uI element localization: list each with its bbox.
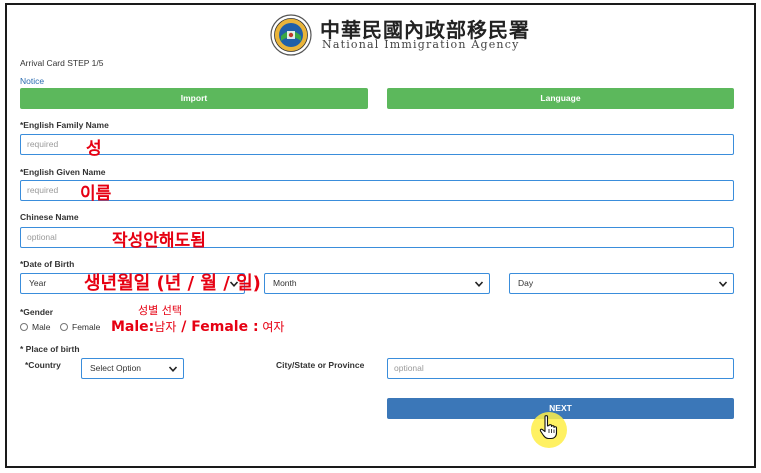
family-name-input[interactable]: required <box>20 134 734 155</box>
dob-label: *Date of Birth <box>20 259 75 269</box>
gender-separator: / <box>176 319 192 335</box>
place-of-birth-label: * Place of birth <box>20 344 80 354</box>
gender-male-annotation-ko: 남자 <box>154 320 177 334</box>
step-title: Arrival Card STEP 1/5 <box>20 58 104 68</box>
gender-female-label: Female <box>72 322 101 332</box>
gender-annotation: Male:남자 / Female : 여자 <box>111 318 284 335</box>
gender-label: *Gender <box>20 307 54 317</box>
family-name-label: *English Family Name <box>20 120 109 130</box>
agency-header: 中華民國內政部移民署 National Immigration Agency <box>270 14 529 56</box>
dob-month-select[interactable]: Month <box>264 273 490 294</box>
gender-title-annotation: 성별 선택 <box>138 304 182 317</box>
chinese-name-annotation: 작성안해도됨 <box>112 231 206 251</box>
country-select[interactable]: Select Option <box>81 358 184 379</box>
dob-day-value: Day <box>518 278 534 288</box>
gender-male-annotation-en: Male: <box>111 319 155 335</box>
agency-name-en: National Immigration Agency <box>322 38 520 51</box>
dob-annotation: 생년월일 (년 / 월 / 일) <box>84 273 261 294</box>
dob-month-value: Month <box>273 278 297 288</box>
notice-link[interactable]: Notice <box>20 76 44 86</box>
city-input[interactable]: optional <box>387 358 734 379</box>
gender-male-label: Male <box>32 322 51 332</box>
city-label: City/State or Province <box>276 360 365 370</box>
country-label: *Country <box>25 360 61 370</box>
country-value: Select Option <box>90 363 142 373</box>
agency-seal-icon <box>270 14 312 56</box>
language-button[interactable]: Language <box>387 88 734 109</box>
chevron-down-icon <box>168 366 178 372</box>
chevron-down-icon <box>718 281 728 287</box>
import-button[interactable]: Import <box>20 88 368 109</box>
dob-year-value: Year <box>29 278 47 288</box>
chinese-name-label: Chinese Name <box>20 212 79 222</box>
gender-female-radio[interactable] <box>60 323 68 331</box>
gender-female-annotation-ko: 여자 <box>258 320 285 334</box>
chevron-down-icon <box>474 281 484 287</box>
family-name-annotation: 성 <box>86 139 102 159</box>
gender-female-annotation-en: Female : <box>191 319 259 335</box>
hand-pointer-icon <box>539 415 558 440</box>
given-name-input[interactable]: required <box>20 180 734 201</box>
dob-day-select[interactable]: Day <box>509 273 734 294</box>
given-name-annotation: 이름 <box>80 184 112 204</box>
given-name-label: *English Given Name <box>20 167 106 177</box>
gender-male-radio[interactable] <box>20 323 28 331</box>
